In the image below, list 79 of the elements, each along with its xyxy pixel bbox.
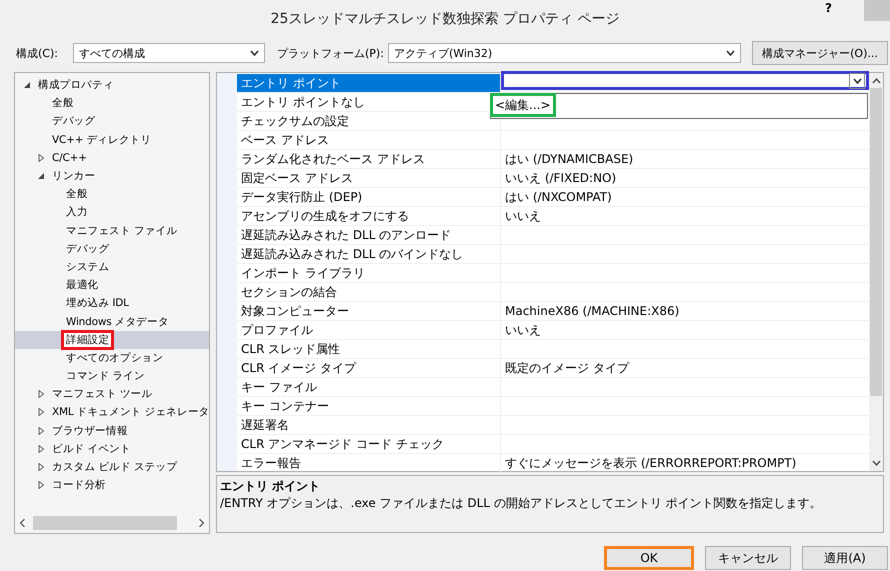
property-name[interactable]: セクションの結合 [237,283,501,301]
expanded-arrow-icon[interactable] [23,81,31,90]
property-name[interactable]: エラー報告 [237,454,501,472]
config-dropdown[interactable]: すべての構成 [73,43,265,63]
platform-label: プラットフォーム(P): [277,46,384,60]
property-name[interactable]: アセンブリの生成をオフにする [237,207,501,225]
caret-icon [726,50,735,56]
tree-item[interactable]: Windows メタデータ [15,312,209,331]
tree-item[interactable]: 最適化 [15,276,209,294]
property-value: 既定のイメージ タイプ [505,361,629,375]
platform-dropdown[interactable]: アクティブ(Win32) [388,43,741,63]
tree-item[interactable]: VC++ ディレクトリ [15,130,209,149]
config-manager-button[interactable]: 構成マネージャー(O)... [752,41,888,65]
tree-item[interactable]: ビルド イベント [15,440,209,458]
tree-item[interactable]: 全般 [15,185,209,204]
tree-item[interactable]: 入力 [15,203,209,222]
property-value: すぐにメッセージを表示 (/ERRORREPORT:PROMPT) [505,456,796,470]
property-value: はい (/DYNAMICBASE) [505,152,634,166]
tree-item[interactable]: コマンド ライン [15,367,209,386]
dialog-button[interactable]: 適用(A) [802,546,888,570]
property-value: いいえ [505,209,541,223]
tree-item[interactable]: 構成プロパティ [15,76,209,94]
property-value: はい (/NXCOMPAT) [505,190,612,204]
property-name[interactable]: 遅延署名 [237,416,501,434]
collapsed-arrow-icon[interactable] [37,481,45,490]
property-name[interactable]: データ実行防止 (DEP) [237,188,501,206]
scroll-up-icon[interactable] [872,78,880,84]
property-name[interactable]: ランダム化されたベース アドレス [237,150,501,168]
property-name[interactable]: エントリ ポイント [237,74,501,92]
property-value: MachineX86 (/MACHINE:X86) [505,304,680,318]
tree-item[interactable]: マニフェスト ツール [15,385,209,404]
property-value: いいえ [505,323,541,337]
tree-item[interactable]: カスタム ビルド ステップ [15,458,209,476]
property-name[interactable]: CLR アンマネージド コード チェック [237,435,501,453]
tree-item[interactable]: デバッグ [15,112,209,131]
expanded-arrow-icon[interactable] [37,172,45,180]
property-name[interactable]: 固定ベース アドレス [237,169,501,187]
property-name[interactable]: CLR イメージ タイプ [237,359,501,377]
dialog-button[interactable]: OK [604,546,694,570]
property-name[interactable]: インポート ライブラリ [237,264,501,282]
scroll-down-icon[interactable] [872,460,880,466]
description-title: エントリ ポイント [220,478,322,495]
property-value: いいえ (/FIXED:NO) [505,171,616,185]
tree-item[interactable]: すべてのオプション [15,348,209,367]
tree-item[interactable]: デバッグ [15,240,209,258]
tree-item[interactable]: マニフェスト ファイル [15,222,209,240]
tree-item[interactable]: ブラウザー情報 [15,422,209,440]
property-name[interactable]: 遅延読み込みされた DLL のアンロード [237,226,501,244]
property-name[interactable]: プロファイル [237,321,501,339]
collapsed-arrow-icon[interactable] [37,426,45,435]
tree-item[interactable]: XML ドキュメント ジェネレータ [15,403,209,422]
value-dropdown[interactable] [501,71,869,90]
tree-item[interactable]: 全般 [15,94,209,112]
tree-item[interactable]: C/C++ [15,148,209,167]
tree-item[interactable]: リンカー [15,166,209,186]
tree-item[interactable]: システム [15,258,209,276]
config-label: 構成(C): [16,46,59,60]
property-name[interactable]: CLR スレッド属性 [237,340,501,358]
dropdown-option[interactable]: <編集...> [490,93,556,117]
property-name[interactable]: 遅延読み込みされた DLL のバインドなし [237,245,501,263]
collapsed-arrow-icon[interactable] [37,154,45,162]
collapsed-arrow-icon[interactable] [37,390,45,398]
description-text: /ENTRY オプションは、.exe ファイルまたは DLL の開始アドレスとしてエントリ ポイント関数を指定します。 [220,495,823,512]
property-name[interactable]: 対象コンピューター [237,302,501,320]
tree-item[interactable]: 埋め込み IDL [15,294,209,312]
tree-item[interactable]: コード分析 [15,476,209,494]
tree-item[interactable]: 詳細設定 [15,330,209,349]
caret-icon [852,78,862,84]
help-button[interactable]: ? [825,1,832,15]
collapsed-arrow-icon[interactable] [37,463,45,472]
collapsed-arrow-icon[interactable] [37,444,45,453]
collapsed-arrow-icon[interactable] [37,408,45,416]
vertical-scrollbar[interactable] [869,73,883,471]
caret-icon [250,50,259,56]
property-name[interactable]: キー コンテナー [237,397,501,415]
property-name[interactable]: キー ファイル [237,378,501,396]
property-name[interactable]: ベース アドレス [237,131,501,149]
dialog-button[interactable]: キャンセル [705,546,791,570]
window-title: 25スレッドマルチスレッド数独探索 プロパティ ページ [270,10,620,28]
